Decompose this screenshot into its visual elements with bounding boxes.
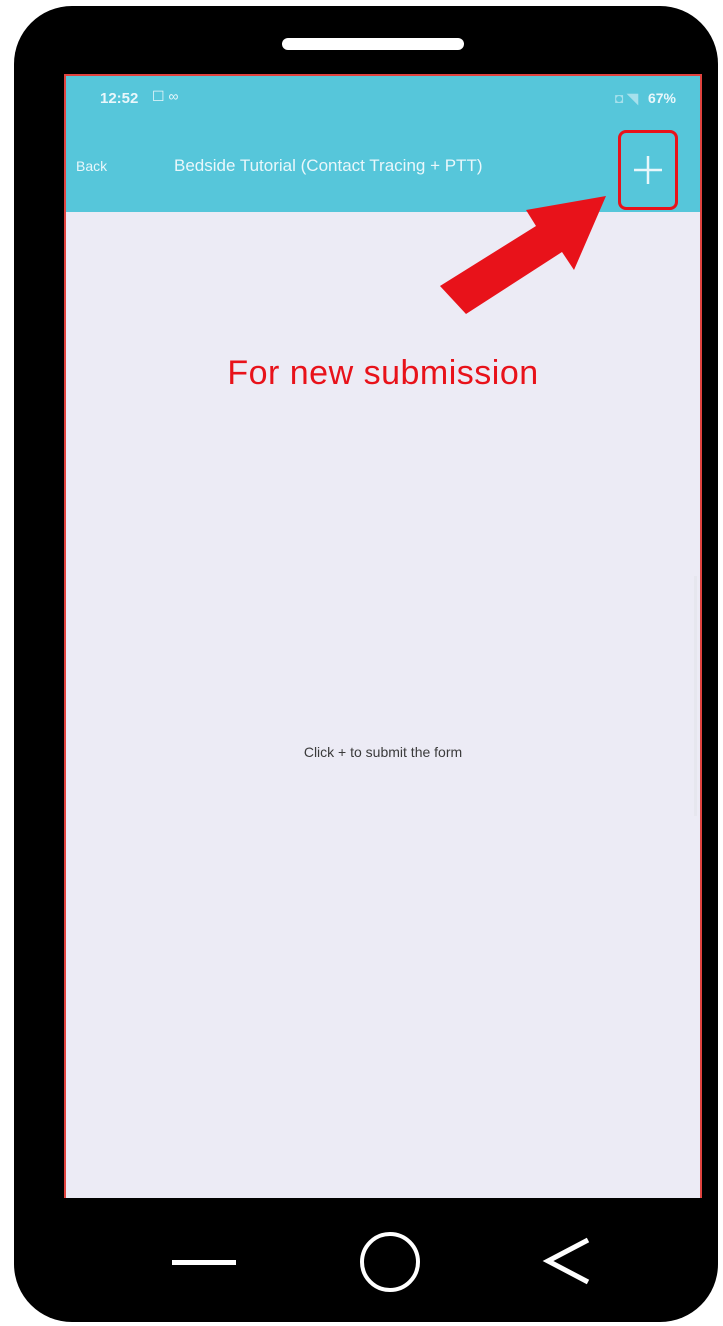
phone-frame: 12:52 ☐ ∞ ◘ ◥ 67% Back Bedside Tutorial … <box>14 6 718 1322</box>
add-submission-button[interactable] <box>618 130 678 210</box>
app-bar: 12:52 ☐ ∞ ◘ ◥ 67% Back Bedside Tutorial … <box>66 76 700 212</box>
plus-icon <box>634 156 662 184</box>
status-bar: 12:52 ☐ ∞ ◘ ◥ 67% <box>66 76 700 120</box>
status-notification-icons: ☐ ∞ <box>152 88 179 104</box>
status-time: 12:52 <box>100 90 139 107</box>
home-icon[interactable] <box>360 1232 420 1292</box>
signal-icon: ◘ ◥ <box>614 90 639 106</box>
app-screen: 12:52 ☐ ∞ ◘ ◥ 67% Back Bedside Tutorial … <box>64 74 702 1198</box>
annotation-label: For new submission <box>227 354 539 392</box>
recent-apps-icon[interactable] <box>172 1250 236 1274</box>
status-right-group: ◘ ◥ 67% <box>615 90 676 107</box>
empty-state-message: Click + to submit the form <box>303 744 463 760</box>
battery-level: 67% <box>647 90 676 106</box>
toolbar: Back Bedside Tutorial (Contact Tracing +… <box>66 132 700 202</box>
system-nav-bar <box>14 1196 718 1322</box>
red-arrow-icon <box>440 196 606 314</box>
back-icon[interactable] <box>542 1234 592 1288</box>
phone-speaker <box>282 38 464 50</box>
back-link[interactable]: Back <box>76 158 107 174</box>
screen-title: Bedside Tutorial (Contact Tracing + PTT) <box>174 156 483 175</box>
scroll-indicator <box>694 576 697 816</box>
